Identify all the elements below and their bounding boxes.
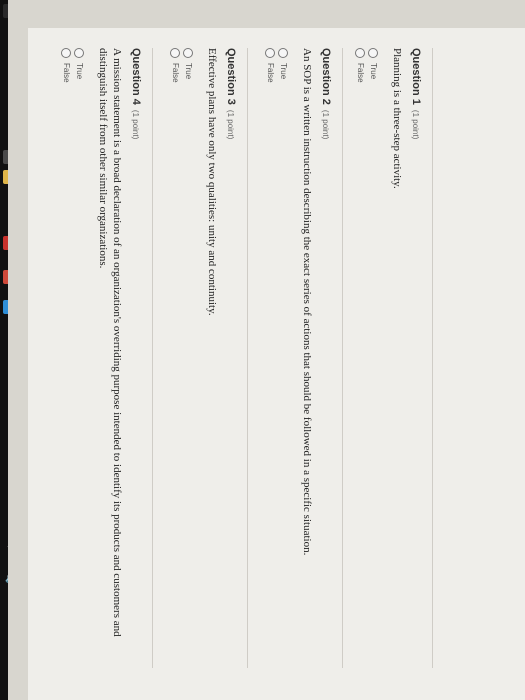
question-points: (1 point) — [226, 109, 235, 140]
option-true[interactable]: True — [277, 48, 290, 668]
question-label: Question 2 — [320, 48, 332, 105]
question-text: Planning is a three-step activity. — [391, 48, 403, 189]
option-label: False — [62, 63, 71, 83]
radio-icon[interactable] — [278, 48, 289, 58]
radio-icon[interactable] — [265, 48, 276, 58]
screen: Question 1 (1 point) Planning is a three… — [8, 0, 525, 700]
radio-icon[interactable] — [183, 48, 194, 58]
option-true[interactable]: True — [367, 48, 380, 668]
radio-icon[interactable] — [61, 48, 72, 58]
option-false[interactable]: False — [169, 48, 182, 668]
question-points: (1 point) — [411, 109, 420, 140]
radio-icon[interactable] — [170, 48, 181, 58]
question-label: Question 1 — [410, 48, 422, 105]
question-header: Question 1 (1 point) — [410, 48, 422, 668]
option-label: True — [279, 63, 288, 80]
question-points: (1 point) — [131, 109, 140, 140]
question-3: Question 3 (1 point) Effective plans hav… — [169, 48, 248, 668]
question-text: An SOP is a written instruction describi… — [301, 48, 313, 556]
option-true[interactable]: True — [73, 48, 86, 668]
radio-icon[interactable] — [355, 48, 366, 58]
option-label: False — [171, 63, 180, 83]
option-label: False — [356, 63, 365, 83]
question-text: A mission statement is a broad declarati… — [97, 48, 123, 637]
question-header: Question 2 (1 point) — [320, 48, 332, 668]
option-label: True — [369, 63, 378, 80]
question-header: Question 3 (1 point) — [225, 48, 237, 668]
option-label: False — [266, 63, 275, 83]
question-points: (1 point) — [321, 109, 330, 140]
question-4: Question 4 (1 point) A mission statement… — [60, 48, 153, 668]
question-text: Effective plans have only two qualities:… — [206, 48, 218, 316]
question-2: Question 2 (1 point) An SOP is a written… — [264, 48, 343, 668]
option-label: True — [184, 63, 193, 80]
radio-icon[interactable] — [74, 48, 85, 58]
option-false[interactable]: False — [60, 48, 73, 668]
quiz-page: Question 1 (1 point) Planning is a three… — [28, 28, 525, 700]
option-true[interactable]: True — [182, 48, 195, 668]
question-label: Question 3 — [225, 48, 237, 105]
radio-icon[interactable] — [368, 48, 379, 58]
option-label: True — [75, 63, 84, 80]
option-false[interactable]: False — [264, 48, 277, 668]
question-label: Question 4 — [130, 48, 142, 105]
question-1: Question 1 (1 point) Planning is a three… — [354, 48, 433, 668]
option-false[interactable]: False — [354, 48, 367, 668]
question-header: Question 4 (1 point) — [130, 48, 142, 668]
